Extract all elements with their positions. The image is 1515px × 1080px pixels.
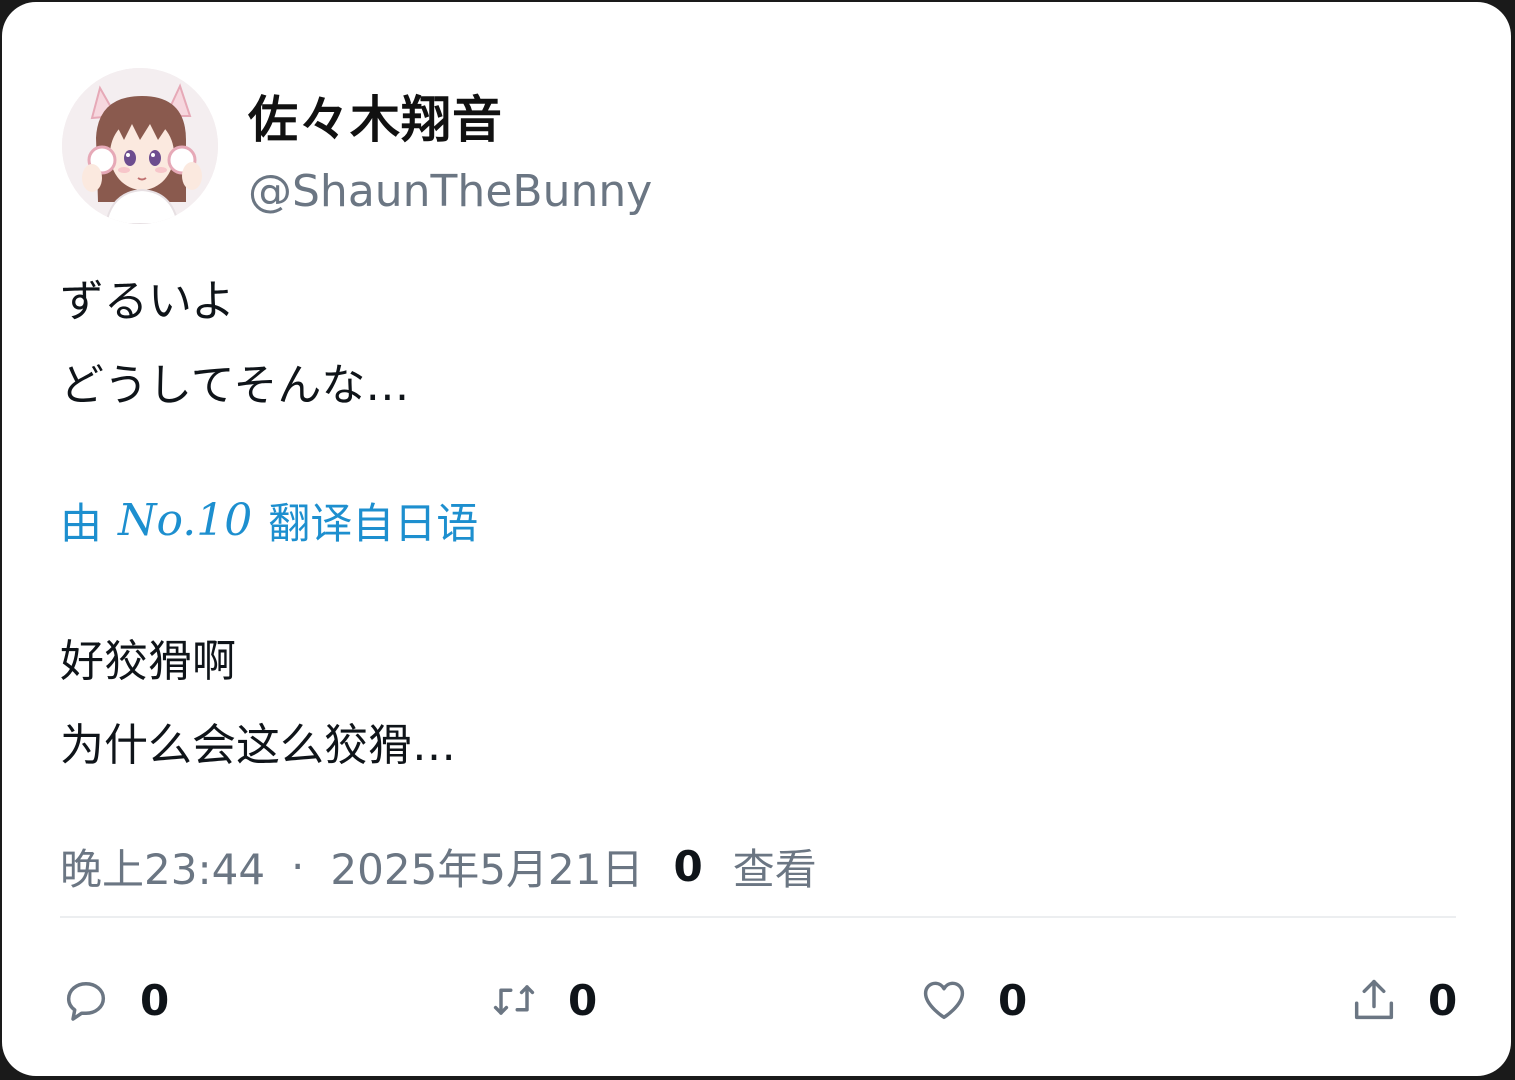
meta-separator: · <box>291 841 305 891</box>
tweet-card: 佐々木翔音 @ShaunTheBunny ずるいよ どうしてそんな… 由 No.… <box>2 2 1511 1076</box>
translation-prefix: 由 <box>60 498 103 548</box>
tweet-text-line: ずるいよ <box>60 276 236 327</box>
avatar-illustration <box>62 68 218 224</box>
divider <box>60 916 1456 918</box>
share-icon <box>1354 979 1394 1020</box>
user-handle[interactable]: @ShaunTheBunny <box>248 162 652 222</box>
retweet-button[interactable]: 0 <box>488 960 597 1040</box>
translation-attribution[interactable]: 由 No.10 翻译自日语 <box>60 488 478 552</box>
heart-icon <box>923 981 965 1020</box>
tweet-text-line: どうしてそんな… <box>60 360 410 411</box>
like-button[interactable]: 0 <box>918 960 1027 1040</box>
translated-text: 好狡猾啊 为什么会这么狡猾… <box>60 620 456 788</box>
retweet-icon <box>493 985 535 1015</box>
tweet-text: ずるいよ どうしてそんな… <box>60 260 409 428</box>
display-name[interactable]: 佐々木翔音 <box>248 88 503 152</box>
reply-button[interactable]: 0 <box>60 960 169 1040</box>
share-count: 0 <box>1428 975 1458 1025</box>
retweet-count: 0 <box>568 975 598 1025</box>
tweet-meta: 晚上23:44 · 2025年5月21日 0 查看 <box>60 834 817 898</box>
like-count: 0 <box>998 975 1028 1025</box>
avatar[interactable] <box>62 68 218 224</box>
translated-text-line: 好狡猾啊 <box>60 636 236 687</box>
views-count: 0 <box>673 841 703 891</box>
views-label: 查看 <box>732 844 817 894</box>
tweet-time[interactable]: 晚上23:44 <box>60 836 265 897</box>
reply-icon <box>66 982 106 1021</box>
share-button[interactable]: 0 <box>1348 960 1457 1040</box>
tweet-date[interactable]: 2025年5月21日 <box>330 836 643 897</box>
reply-count: 0 <box>140 975 170 1025</box>
translated-text-line: 为什么会这么狡猾… <box>60 720 456 771</box>
translation-engine-logo: No.10 <box>118 494 253 546</box>
action-bar: 0 0 0 0 <box>60 960 1460 1040</box>
translation-suffix: 翻译自日语 <box>268 498 479 548</box>
